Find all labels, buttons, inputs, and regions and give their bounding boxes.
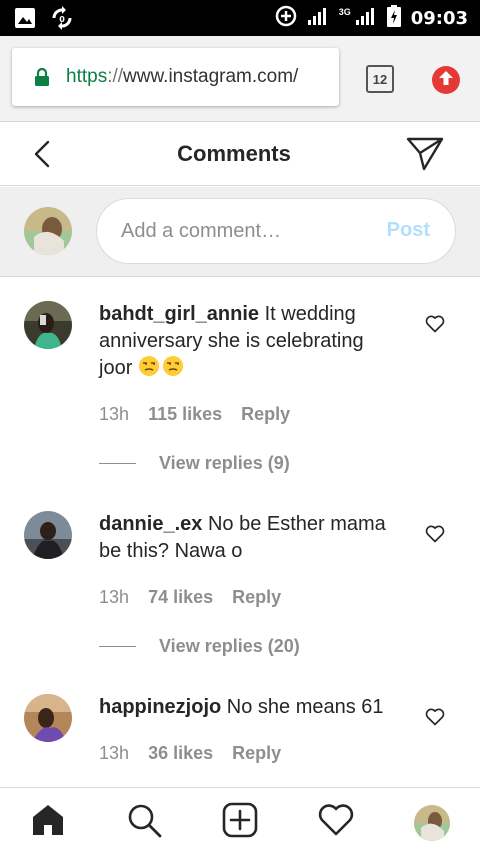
reply-button[interactable]: Reply <box>232 743 281 763</box>
tab-switcher-button[interactable]: 12 <box>366 65 394 93</box>
address-bar[interactable]: https://www.instagram.com/ <box>12 48 339 106</box>
comment-composer: Post <box>0 187 480 277</box>
upload-button[interactable] <box>432 66 460 94</box>
heart-icon <box>425 525 445 547</box>
bottom-navigation <box>0 787 480 854</box>
like-button[interactable] <box>425 708 445 726</box>
heart-icon <box>425 315 445 337</box>
like-button[interactable] <box>425 315 445 333</box>
comment-username[interactable]: bahdt_girl_annie <box>99 303 259 325</box>
svg-text:0: 0 <box>59 15 65 24</box>
comment-likes[interactable]: 36 likes <box>148 743 213 763</box>
comment-text: happinezjojo No she means 61 <box>99 694 399 721</box>
page-header: Comments <box>0 122 480 186</box>
page-title: Comments <box>177 141 291 166</box>
comment-time: 13h <box>99 587 130 607</box>
comment-meta: 13h 115 likes Reply <box>99 404 304 425</box>
network-type: 3G <box>338 6 351 17</box>
post-button[interactable]: Post <box>387 219 430 242</box>
url-text: https://www.instagram.com/ <box>66 66 338 88</box>
battery-icon <box>386 5 401 32</box>
browser-toolbar: https://www.instagram.com/ 12 <box>0 36 480 122</box>
url-scheme: https <box>66 66 108 87</box>
nav-profile-button[interactable] <box>414 805 450 841</box>
comment-likes[interactable]: 115 likes <box>148 404 222 424</box>
view-replies-button[interactable]: View replies (20) <box>99 636 300 657</box>
comment-text: dannie_.ex No be Esther mama be this? Na… <box>99 511 399 565</box>
comment-likes[interactable]: 74 likes <box>148 587 213 607</box>
comment-input-wrapper: Post <box>96 198 456 264</box>
signal-icon <box>355 6 377 31</box>
view-replies-label: View replies (9) <box>159 453 290 473</box>
add-post-icon <box>222 802 258 843</box>
heart-icon <box>425 708 445 730</box>
comment-meta: 13h 74 likes Reply <box>99 587 295 608</box>
nav-activity-button[interactable] <box>318 803 354 842</box>
comment-message: No she means 61 <box>226 696 384 718</box>
like-button[interactable] <box>425 525 445 543</box>
clock: 09:03 <box>410 8 468 29</box>
divider <box>99 646 136 647</box>
reply-button[interactable]: Reply <box>241 404 290 424</box>
status-bar: 0 3G 09:03 <box>0 0 480 36</box>
nav-add-post-button[interactable] <box>222 802 258 843</box>
heart-icon <box>318 803 354 842</box>
nav-home-button[interactable] <box>30 804 66 840</box>
reply-button[interactable]: Reply <box>232 587 281 607</box>
sync-icon: 0 <box>50 6 74 35</box>
comment-time: 13h <box>99 404 130 424</box>
arrow-up-icon <box>438 70 454 91</box>
comment-meta: 13h 36 likes Reply <box>99 743 295 764</box>
comment-text: bahdt_girl_annie It wedding anniversary … <box>99 301 399 382</box>
unamused-face-emoji <box>138 356 186 379</box>
avatar[interactable] <box>24 511 72 559</box>
lock-icon <box>34 67 50 91</box>
search-icon <box>126 802 162 843</box>
view-replies-label: View replies (20) <box>159 636 300 656</box>
avatar <box>24 207 72 255</box>
url-host: www.instagram.com/ <box>123 66 299 87</box>
comment-username[interactable]: dannie_.ex <box>99 513 202 535</box>
share-button[interactable] <box>404 135 446 173</box>
image-icon <box>14 7 36 34</box>
url-separator: :// <box>107 66 124 87</box>
signal-icon <box>307 6 329 31</box>
nav-search-button[interactable] <box>126 804 162 840</box>
comment-username[interactable]: happinezjojo <box>99 696 221 718</box>
comment-input[interactable] <box>121 199 371 263</box>
home-icon <box>30 802 66 843</box>
comment-time: 13h <box>99 743 130 763</box>
avatar[interactable] <box>24 694 72 742</box>
paper-plane-icon <box>404 137 446 177</box>
data-saver-icon <box>275 5 297 32</box>
divider <box>99 463 136 464</box>
view-replies-button[interactable]: View replies (9) <box>99 453 290 474</box>
avatar[interactable] <box>24 301 72 349</box>
